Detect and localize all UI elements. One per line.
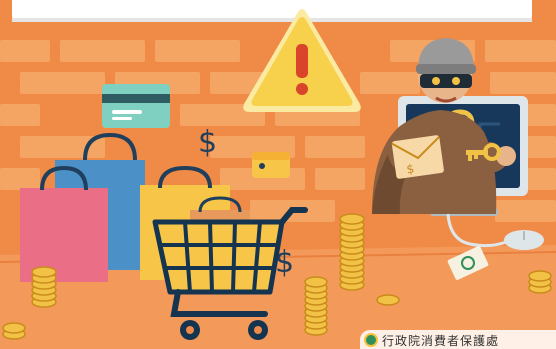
agency-logo-icon — [364, 333, 378, 347]
agency-credit: 行政院消費者保護處 — [360, 330, 556, 349]
credit-card-icon — [102, 84, 170, 128]
wallet-icon — [252, 152, 290, 178]
scene-svg: $ $ $ — [0, 0, 556, 349]
envelope-icon: $ — [391, 135, 444, 179]
agency-name: 行政院消費者保護處 — [382, 333, 500, 348]
top-panel — [12, 0, 532, 22]
scam-illustration: $ $ $ 行政院消費者保護處 — [0, 0, 556, 349]
pink-bag — [20, 188, 108, 282]
dollar-sign-icon: $ — [198, 125, 217, 160]
